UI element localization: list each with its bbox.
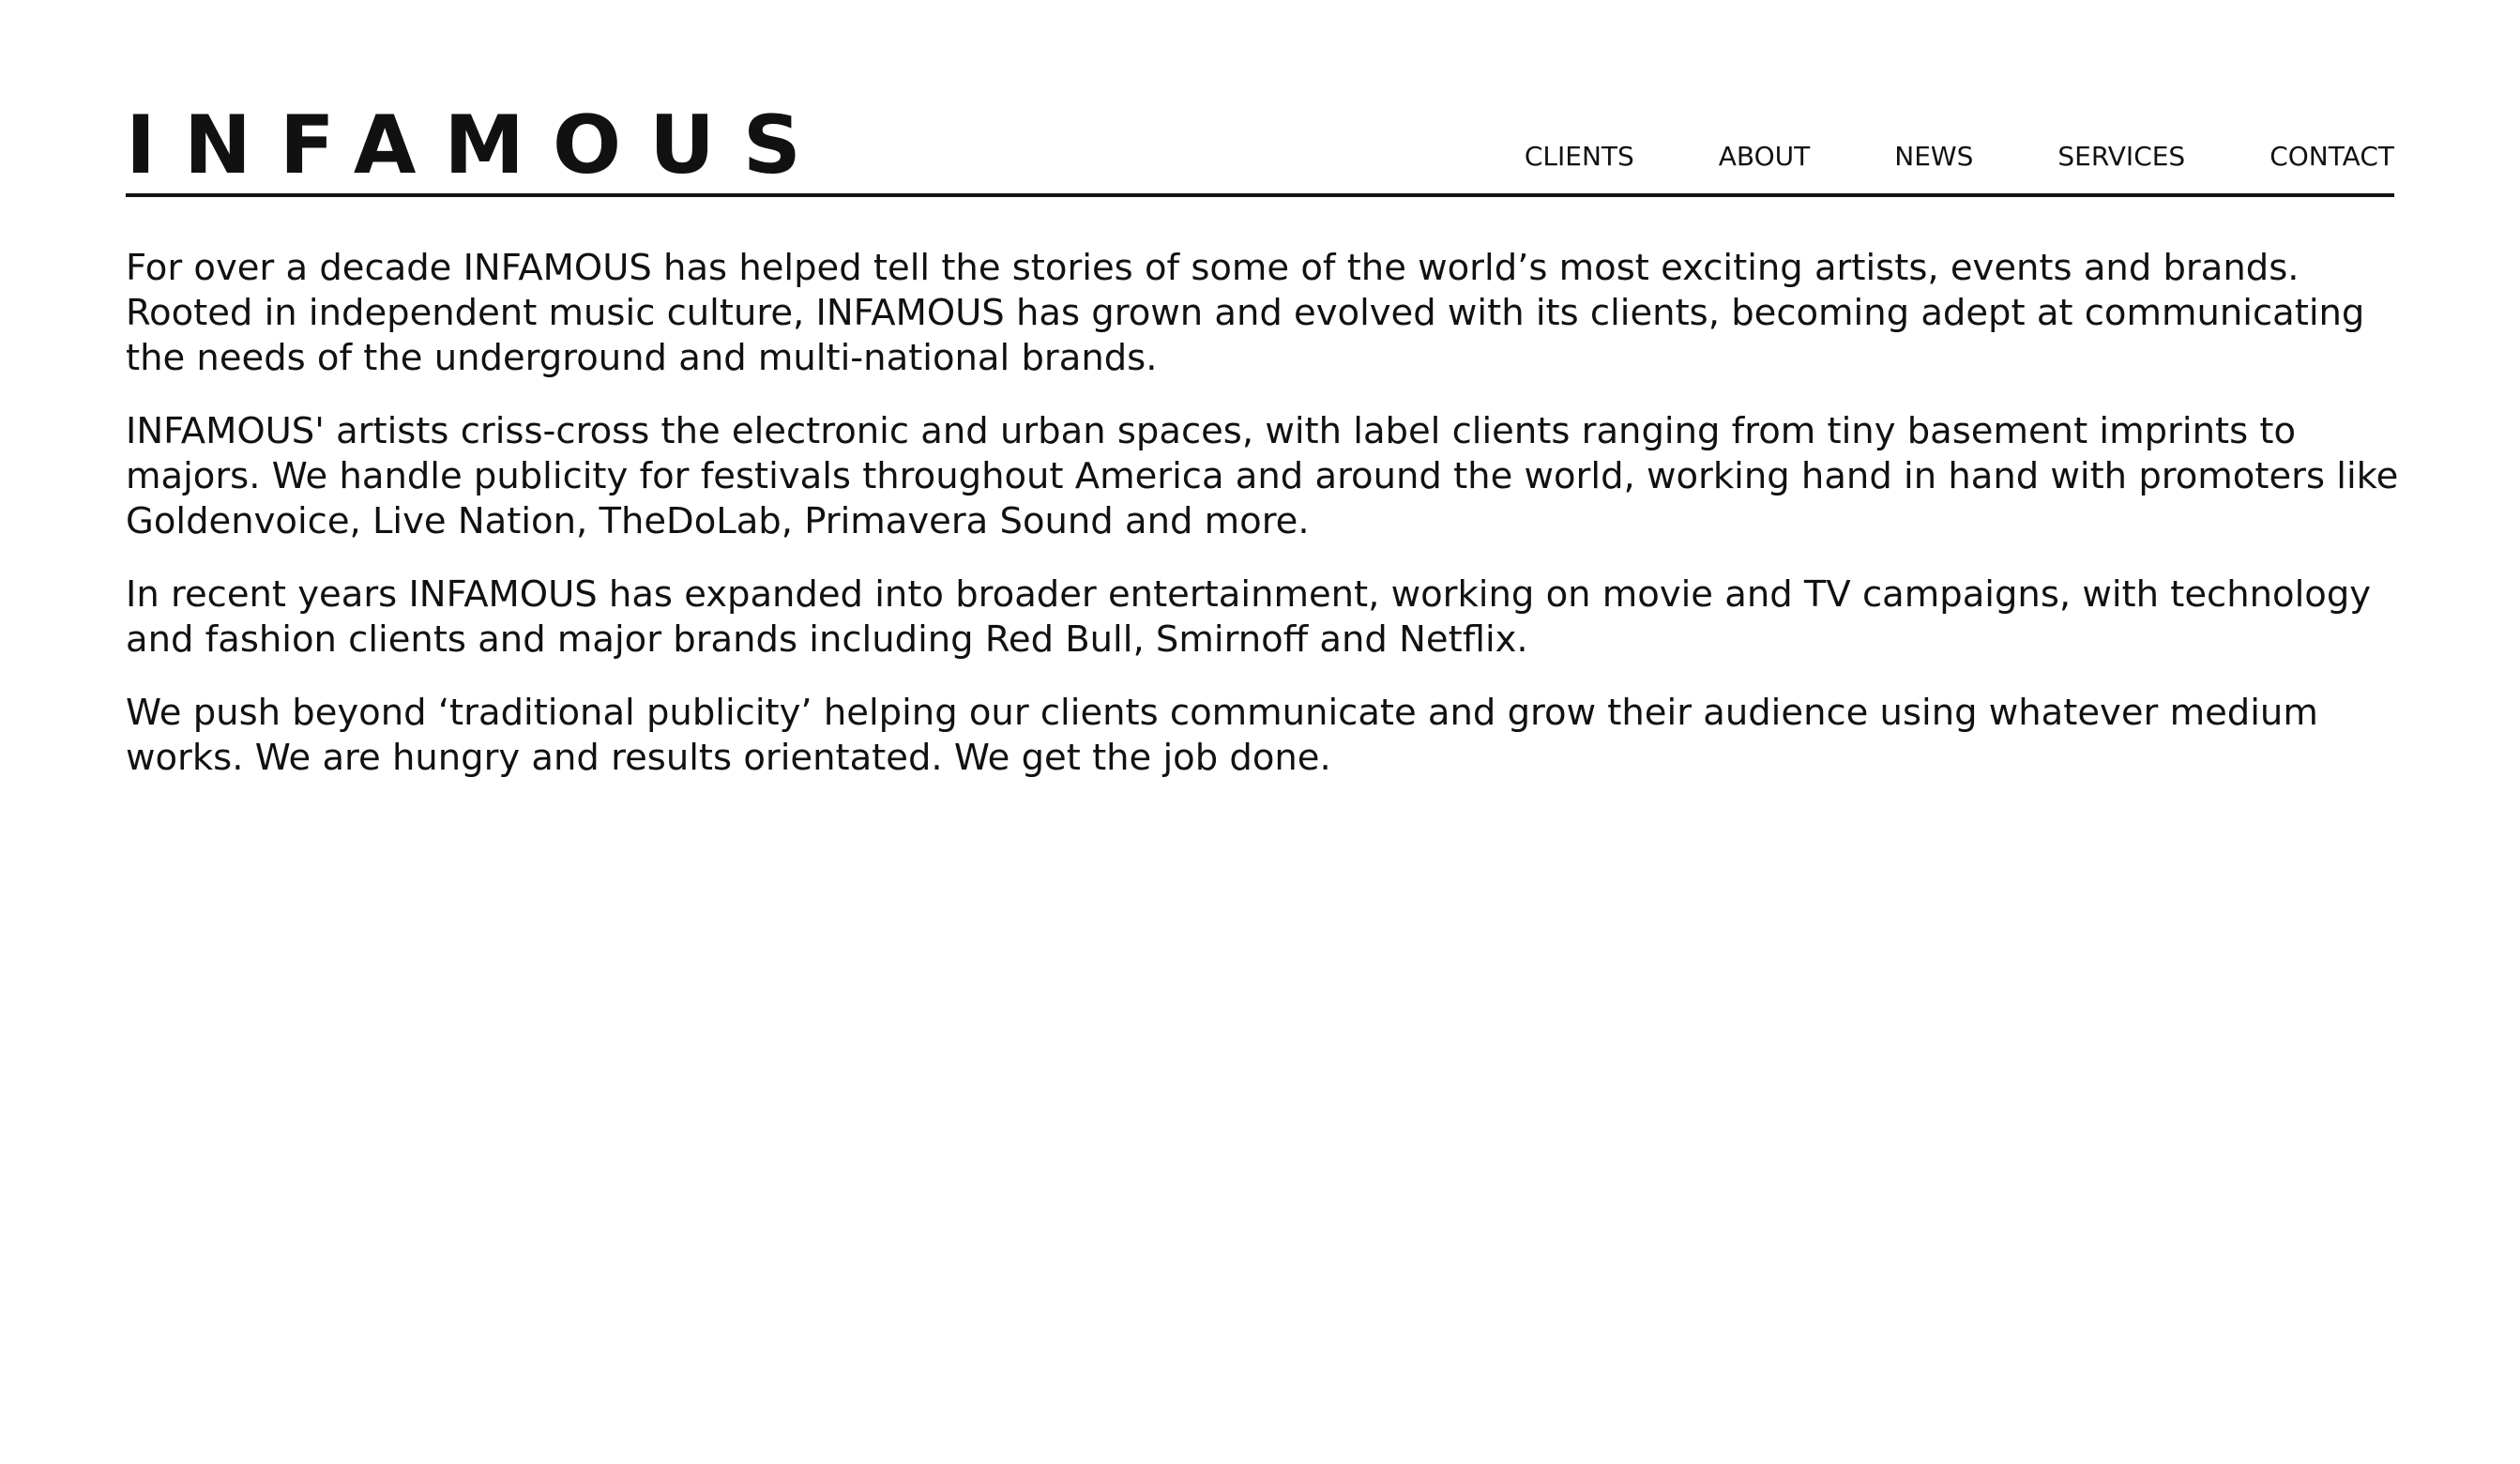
nav-item-clients[interactable]: CLIENTS bbox=[1525, 144, 1634, 170]
approach-paragraph: We push beyond ‘traditional publicity’ h… bbox=[126, 692, 2318, 779]
intro-paragraph: For over a decade INFAMOUS has helped te… bbox=[126, 247, 2365, 379]
nav-item-news[interactable]: NEWS bbox=[1894, 144, 1973, 170]
site-header: INFAMOUS CLIENTS ABOUT NEWS SERVICES CON… bbox=[126, 103, 2394, 197]
entertainment-paragraph: In recent years INFAMOUS has expanded in… bbox=[126, 573, 2372, 661]
artists-paragraph: INFAMOUS' artists criss-cross the electr… bbox=[126, 410, 2399, 542]
nav-item-about[interactable]: ABOUT bbox=[1719, 144, 1811, 170]
main-nav: CLIENTS ABOUT NEWS SERVICES CONTACT bbox=[1525, 144, 2394, 170]
page: INFAMOUS CLIENTS ABOUT NEWS SERVICES CON… bbox=[0, 0, 2520, 1464]
site-logo[interactable]: INFAMOUS bbox=[126, 105, 829, 186]
about-content: For over a decade INFAMOUS has helped te… bbox=[126, 246, 2406, 809]
nav-item-contact[interactable]: CONTACT bbox=[2270, 144, 2394, 170]
nav-item-services[interactable]: SERVICES bbox=[2057, 144, 2185, 170]
